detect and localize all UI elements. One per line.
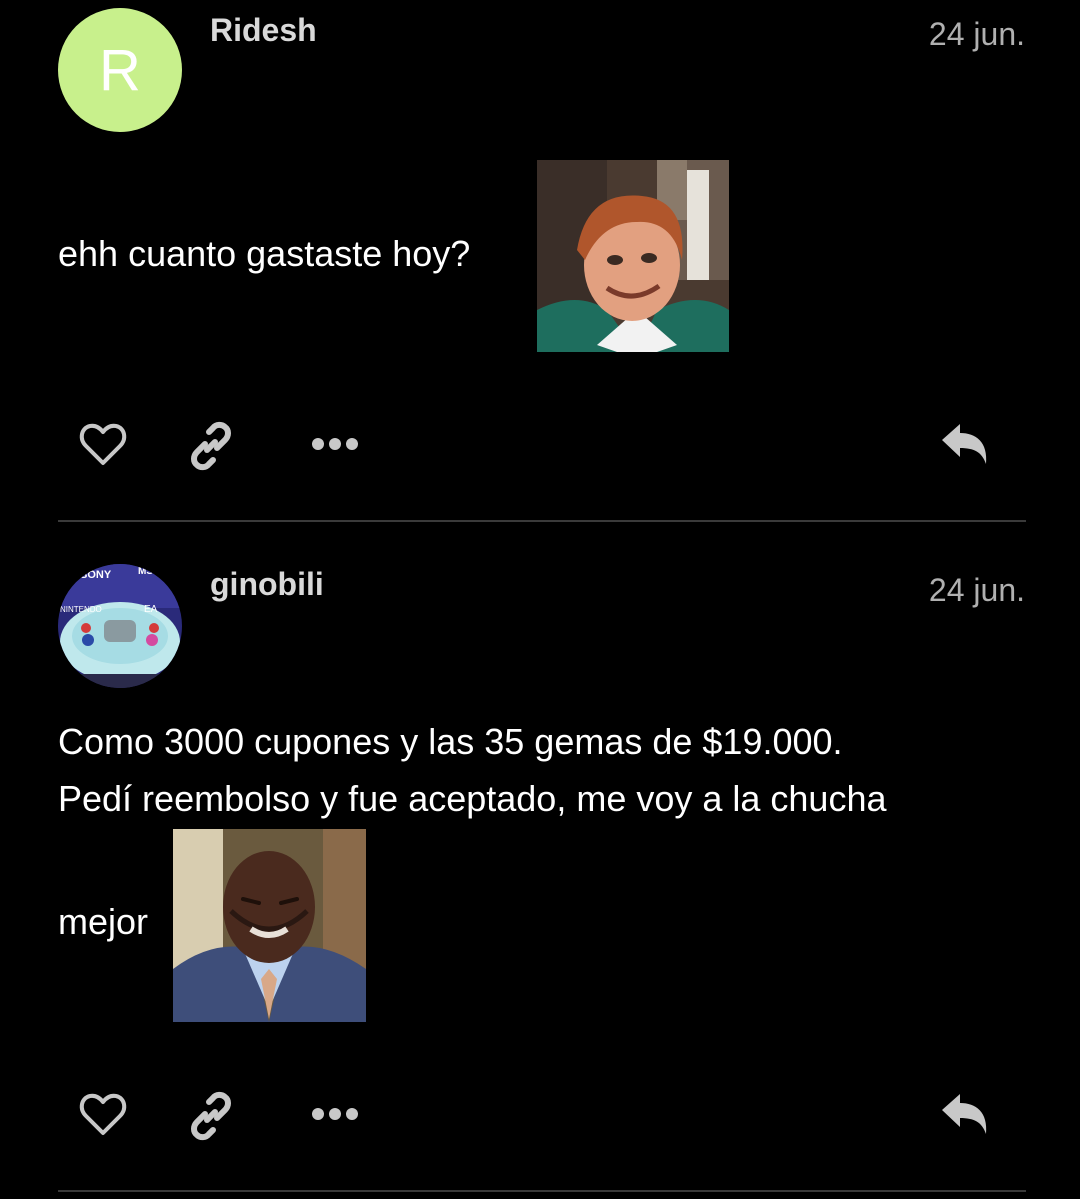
avatar[interactable]: R <box>58 8 182 132</box>
heart-icon[interactable] <box>78 1090 128 1143</box>
avatar-label-ms: MS <box>138 566 153 577</box>
avatar-label-nintendo: NINTENDO <box>60 605 102 614</box>
reaction-gif <box>537 160 729 352</box>
post-text-line-3: mejor <box>58 901 149 942</box>
reaction-gif-image <box>537 160 729 352</box>
link-icon[interactable] <box>185 420 237 477</box>
avatar-label-ea: EA <box>144 604 158 615</box>
reply-icon[interactable] <box>938 420 990 473</box>
avatar[interactable]: SONY MS NINTENDO EA <box>58 564 182 688</box>
avatar-image: SONY MS NINTENDO EA <box>58 564 182 688</box>
reaction-gif <box>173 829 366 1022</box>
divider <box>58 1190 1026 1192</box>
post-date[interactable]: 24 jun. <box>929 16 1025 53</box>
divider <box>58 520 1026 522</box>
avatar-label-sony: SONY <box>80 569 112 581</box>
username[interactable]: ginobili <box>210 566 324 603</box>
more-icon[interactable] <box>310 1104 360 1129</box>
post-text-line-2: Pedí reembolso y fue aceptado, me voy a … <box>58 778 887 819</box>
link-icon[interactable] <box>185 1090 237 1147</box>
reply-icon[interactable] <box>938 1090 990 1143</box>
post-date[interactable]: 24 jun. <box>929 572 1025 609</box>
reaction-gif-image <box>173 829 366 1022</box>
heart-icon[interactable] <box>78 420 128 473</box>
username[interactable]: Ridesh <box>210 12 317 49</box>
avatar-letter: R <box>99 37 141 103</box>
post-text: ehh cuanto gastaste hoy? <box>58 233 471 274</box>
more-icon[interactable] <box>310 434 360 459</box>
post-text-line-1: Como 3000 cupones y las 35 gemas de $19.… <box>58 721 843 762</box>
